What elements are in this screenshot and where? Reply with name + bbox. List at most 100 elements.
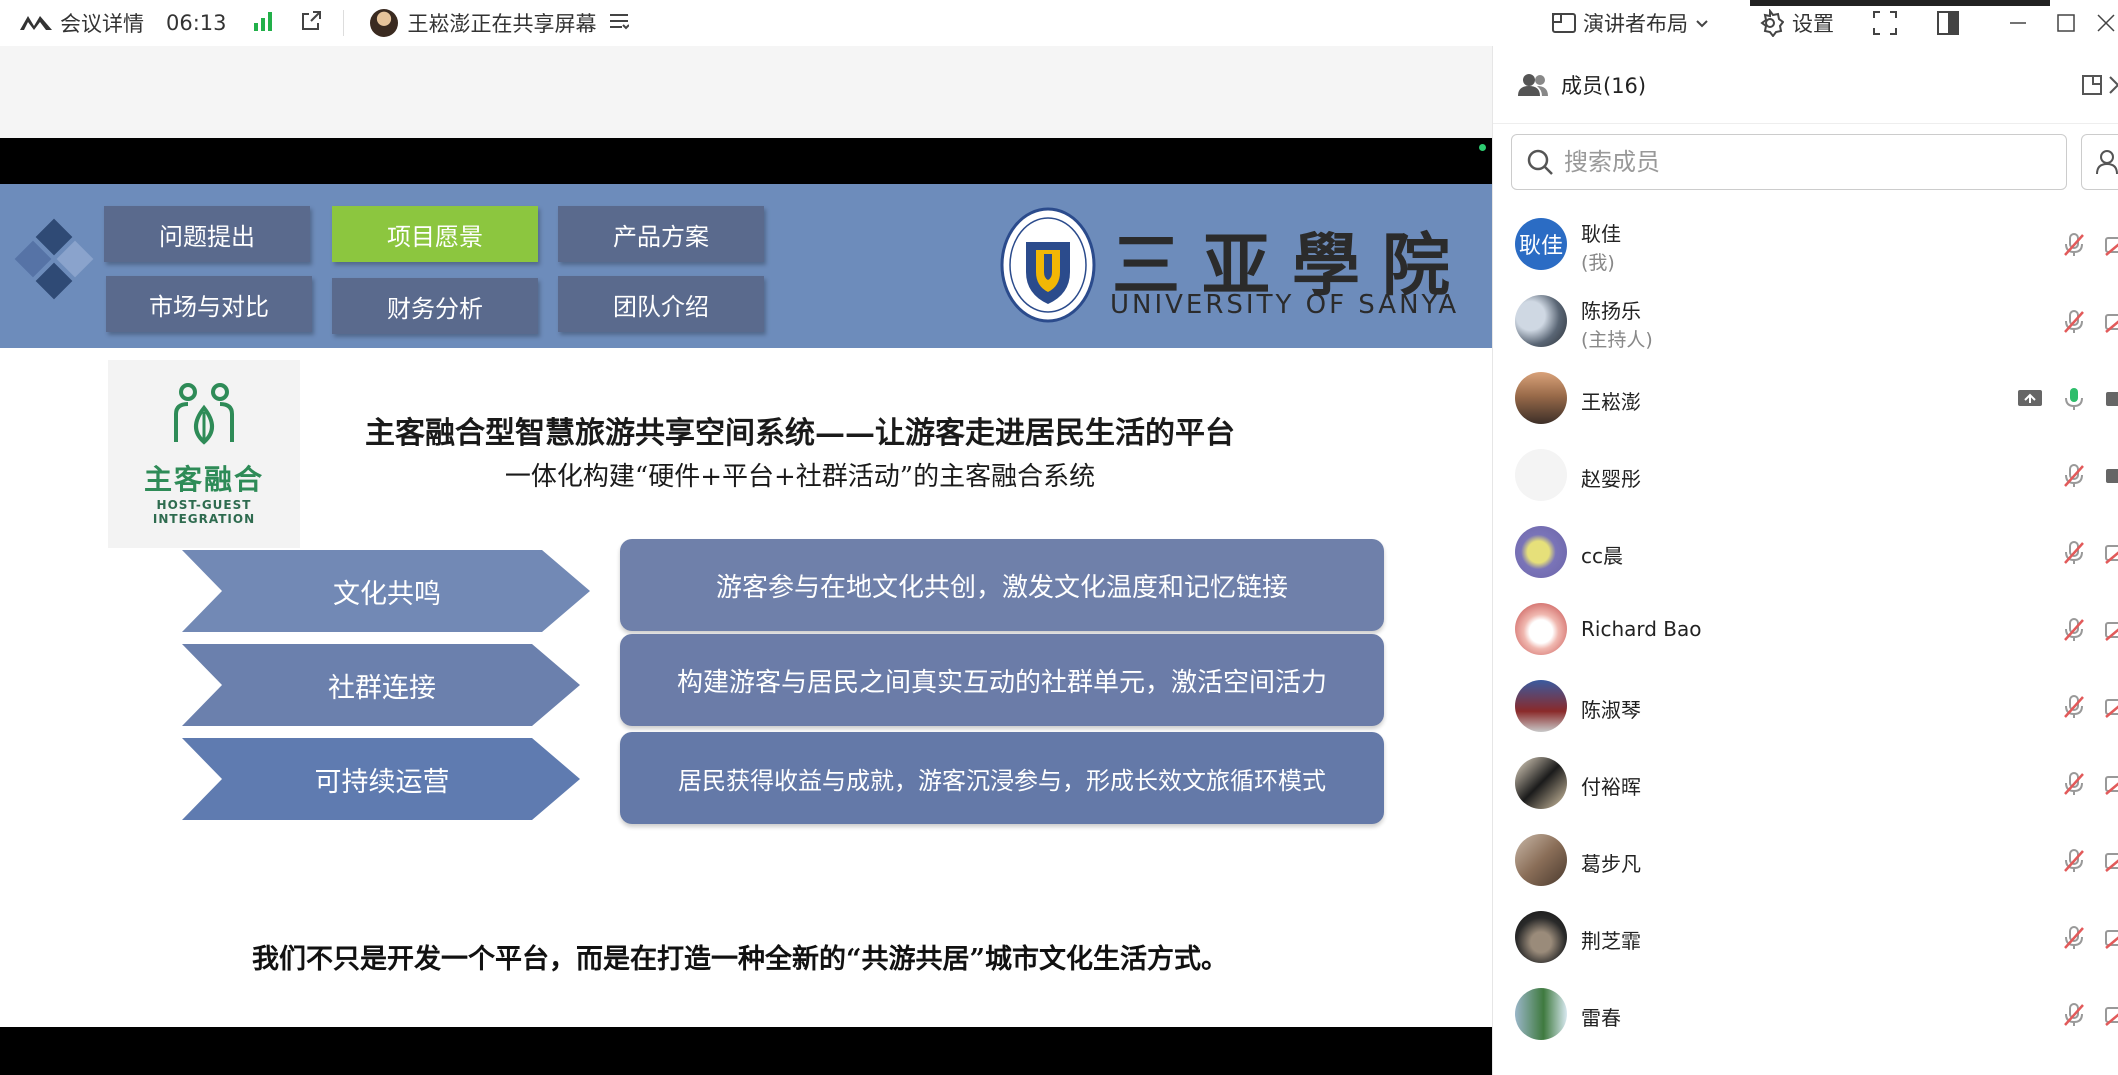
member-avatar	[1515, 372, 1567, 424]
screen-share-icon	[2015, 384, 2045, 414]
host-guest-logo: 主客融合 HOST-GUEST INTEGRATION	[108, 360, 300, 548]
members-panel: 成员(16) 耿佳耿佳 (我) 陈扬乐 (主持人) 王崧澎赵婴彤 cc晨 Richard B…	[1492, 46, 2118, 1075]
chevron-label-1: 文化共鸣	[333, 578, 441, 610]
member-status-icons	[2045, 307, 2118, 337]
university-emblem-icon	[1000, 207, 1096, 323]
search-icon	[1527, 149, 1553, 175]
member-name: 陈扬乐	[1581, 299, 1641, 323]
minimize-icon[interactable]	[1998, 14, 2038, 32]
fullscreen-icon[interactable]	[1872, 10, 1898, 36]
member-row[interactable]: 赵婴彤	[1493, 437, 2118, 514]
member-avatar	[1515, 911, 1567, 963]
slide-nav-wenti: 问题提出	[104, 206, 310, 262]
camera-off-icon[interactable]	[2103, 846, 2118, 876]
member-search-box[interactable]	[1511, 134, 2067, 190]
member-status-icons	[2045, 230, 2118, 260]
description-pill-1: 游客参与在地文化共创，激发文化温度和记忆链接	[620, 539, 1384, 631]
mic-muted-icon[interactable]	[2059, 1000, 2089, 1030]
maximize-icon[interactable]	[2046, 14, 2086, 32]
member-name: 耿佳	[1581, 222, 1621, 246]
mic-muted-icon[interactable]	[2059, 538, 2089, 568]
mic-muted-icon[interactable]	[2059, 461, 2089, 491]
mic-muted-icon[interactable]	[2059, 923, 2089, 953]
mic-muted-icon[interactable]	[2059, 307, 2089, 337]
member-avatar	[1515, 757, 1567, 809]
chevron-down-icon	[1696, 20, 1708, 28]
slide-tagline: 我们不只是开发一个平台，而是在打造一种全新的“共游共居”城市文化生活方式。	[251, 944, 1229, 975]
camera-on-icon[interactable]	[2103, 384, 2118, 414]
member-row[interactable]: 荆芝霏	[1493, 899, 2118, 976]
member-name: Richard Bao	[1581, 617, 1702, 641]
add-user-icon	[2096, 150, 2118, 175]
camera-off-icon[interactable]	[2103, 307, 2118, 337]
camera-off-icon[interactable]	[2103, 1000, 2118, 1030]
slide-nav-caiwu: 财务分析	[332, 278, 538, 334]
member-name: 赵婴彤	[1581, 467, 1641, 491]
panel-close-icon[interactable]	[2109, 75, 2118, 94]
mic-muted-icon[interactable]	[2059, 692, 2089, 722]
slide-title: 主客融合型智慧旅游共享空间系统——让游客走进居民生活的平台	[365, 416, 1235, 451]
member-status-icons	[2045, 1000, 2118, 1030]
member-row[interactable]: Richard Bao	[1493, 591, 2118, 668]
camera-off-icon[interactable]	[2103, 923, 2118, 953]
gear-icon	[1760, 9, 1784, 37]
slide-nav-shichang: 市场与对比	[106, 276, 312, 332]
settings-label: 设置	[1792, 12, 1834, 36]
presentation-slide: 问题提出 项目愿景 产品方案 市场与对比 财务分析 团队介绍 三亚學院 UNIV…	[0, 138, 1492, 1075]
mic-on-icon[interactable]	[2059, 384, 2089, 414]
close-icon[interactable]	[2094, 14, 2118, 32]
sharing-status[interactable]: 王崧澎正在共享屏幕	[408, 8, 597, 38]
members-title: 成员(16)	[1561, 73, 1647, 98]
divider	[342, 10, 344, 36]
popout-icon[interactable]	[2081, 74, 2103, 96]
mic-muted-icon[interactable]	[2059, 615, 2089, 645]
camera-off-icon[interactable]	[2103, 538, 2118, 568]
member-row[interactable]: 耿佳 耿佳 (我)	[1493, 206, 2118, 283]
member-avatar	[1515, 526, 1567, 578]
layout-dropdown[interactable]: 演讲者布局	[1551, 8, 1716, 38]
member-search-input[interactable]	[1564, 148, 2044, 176]
member-name: 雷春	[1581, 1006, 1621, 1030]
member-row[interactable]: 葛步凡	[1493, 822, 2118, 899]
meeting-details-label: 会议详情	[60, 12, 144, 36]
sidebar-toggle-icon[interactable]	[1936, 10, 1960, 36]
meeting-details-button[interactable]: 会议详情	[18, 8, 144, 38]
decorative-diamonds	[14, 218, 94, 302]
member-row[interactable]: 付裕晖	[1493, 745, 2118, 822]
stage-top-area	[0, 46, 1492, 138]
description-pill-2: 构建游客与居民之间真实互动的社群单元，激活空间活力	[620, 634, 1384, 726]
description-pill-3: 居民获得收益与成就，游客沉浸参与，形成长效文旅循环模式	[620, 732, 1384, 824]
university-name-en: UNIVERSITY OF SANYA	[1110, 290, 1460, 320]
member-row[interactable]: 陈淑琴	[1493, 668, 2118, 745]
camera-off-icon[interactable]	[2103, 692, 2118, 722]
member-row[interactable]: cc晨	[1493, 514, 2118, 591]
mic-muted-icon[interactable]	[2059, 769, 2089, 799]
top-bar: 会议详情 06:13 王崧澎正在共享屏幕 演讲者布局 设置	[0, 0, 2118, 46]
camera-on-icon[interactable]	[2103, 461, 2118, 491]
member-name: 王崧澎	[1581, 390, 1641, 414]
list-menu-icon[interactable]	[609, 11, 630, 35]
invite-member-button[interactable]	[2081, 134, 2118, 190]
camera-off-icon[interactable]	[2103, 769, 2118, 799]
meeting-logo-icon	[20, 16, 52, 30]
share-out-icon[interactable]	[299, 9, 323, 38]
member-status-icons	[2045, 923, 2118, 953]
member-name: 付裕晖	[1581, 775, 1641, 799]
slide-header-band: 问题提出 项目愿景 产品方案 市场与对比 财务分析 团队介绍 三亚學院 UNIV…	[0, 184, 1492, 348]
mic-muted-icon[interactable]	[2059, 846, 2089, 876]
member-row[interactable]: 雷春	[1493, 976, 2118, 1053]
member-status-icons	[2045, 461, 2118, 491]
member-row[interactable]: 王崧澎	[1493, 360, 2118, 437]
camera-off-icon[interactable]	[2103, 230, 2118, 260]
network-signal-icon[interactable]	[253, 11, 275, 36]
people-icon	[1518, 73, 1548, 96]
members-panel-header: 成员(16)	[1493, 46, 2118, 124]
mic-muted-icon[interactable]	[2059, 230, 2089, 260]
settings-button[interactable]: 设置	[1756, 8, 1834, 38]
members-list: 耿佳 耿佳 (我) 陈扬乐 (主持人) 王崧澎赵婴彤 cc晨 Richard Bao 陈淑琴付裕…	[1493, 206, 2118, 1053]
member-row[interactable]: 陈扬乐 (主持人)	[1493, 283, 2118, 360]
member-name: 荆芝霏	[1581, 929, 1641, 953]
shared-screen-stage: 问题提出 项目愿景 产品方案 市场与对比 财务分析 团队介绍 三亚學院 UNIV…	[0, 46, 1492, 1075]
camera-off-icon[interactable]	[2103, 615, 2118, 645]
member-status-icons	[2045, 769, 2118, 799]
